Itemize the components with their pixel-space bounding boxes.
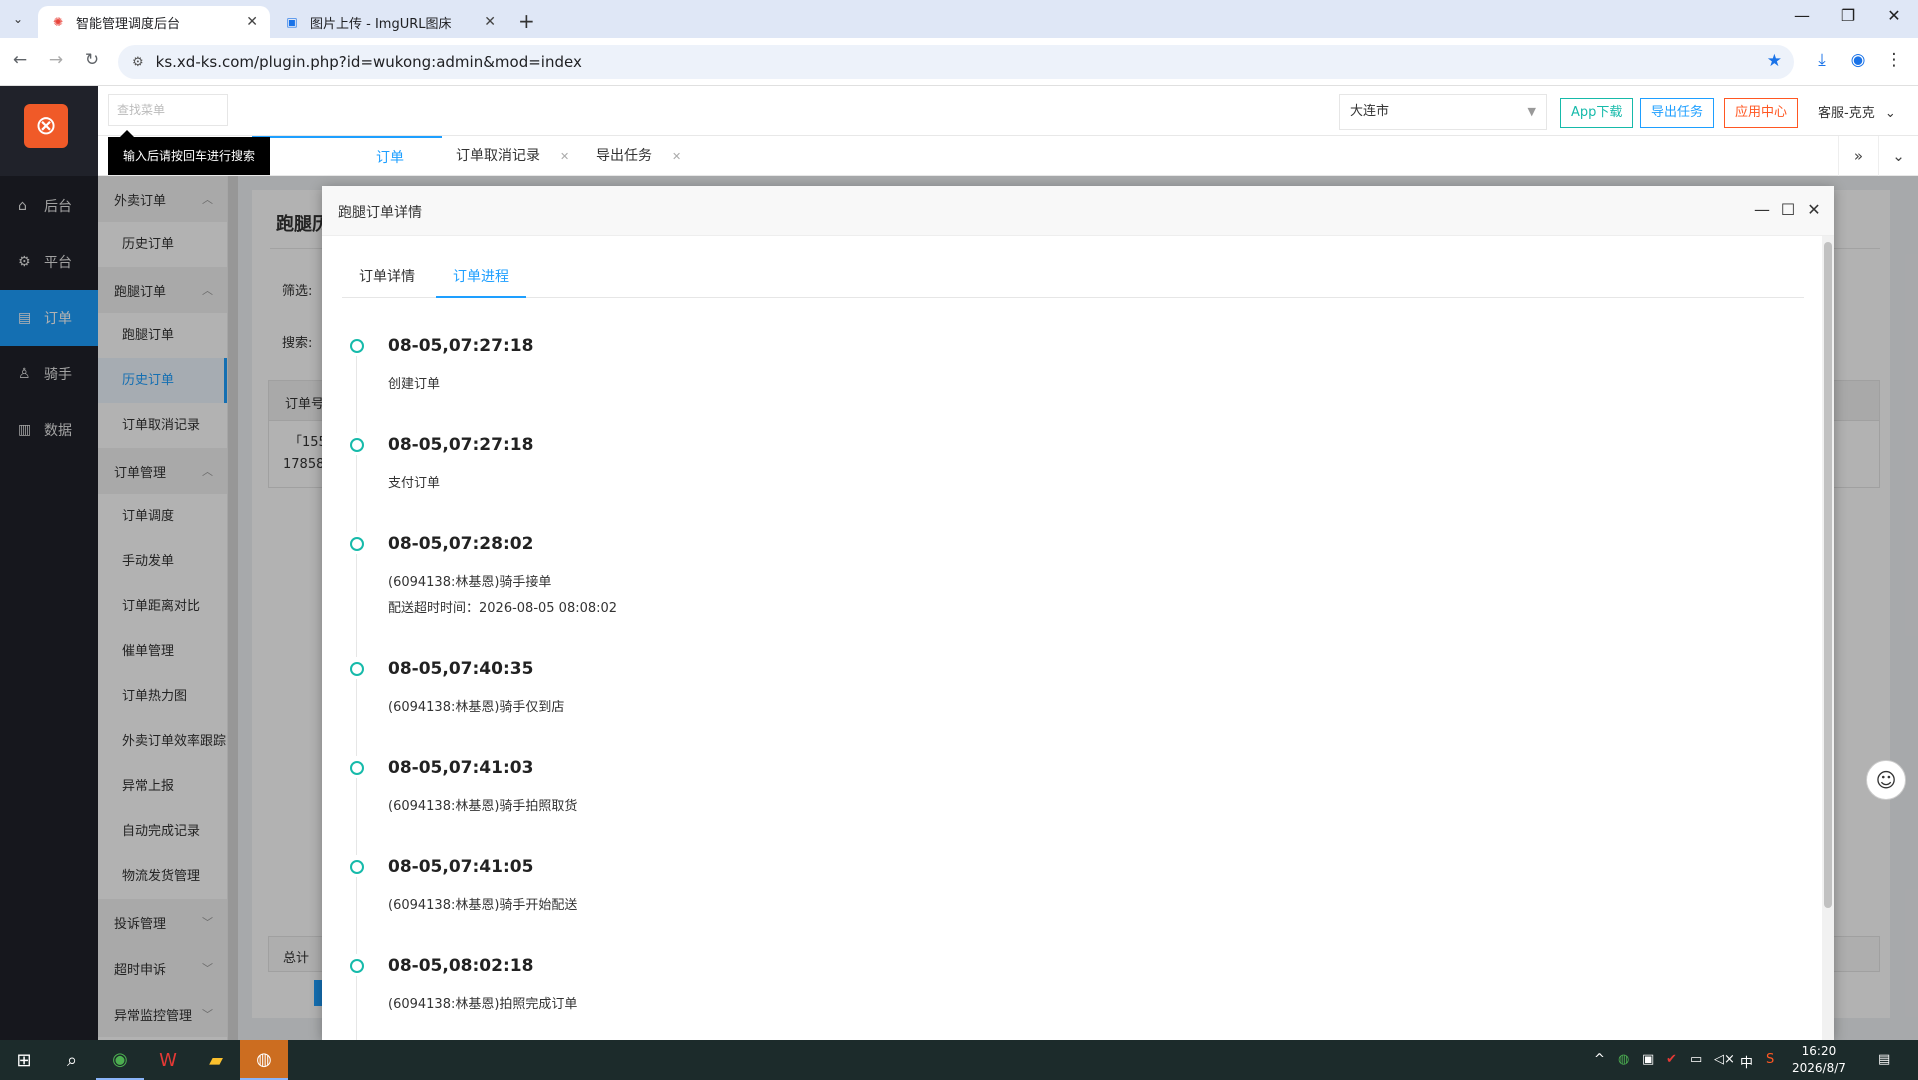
close-tab-icon[interactable]: ✕ xyxy=(560,150,569,163)
volume-muted-icon[interactable]: ◁× xyxy=(1714,1052,1735,1067)
tabs-scroll-right-icon[interactable]: » xyxy=(1838,136,1878,176)
url-field[interactable]: ⚙ ks.xd-ks.com/plugin.php?id=wukong:admi… xyxy=(118,45,1794,79)
search-icon[interactable]: ⌕ xyxy=(48,1040,96,1080)
modal-header: 跑腿订单详情 — ☐ ✕ xyxy=(322,186,1834,236)
timeline-dot-icon xyxy=(350,959,364,973)
wechat-tray-icon[interactable]: ◍ xyxy=(1618,1052,1629,1067)
folder-taskbar-icon[interactable]: ▰ xyxy=(192,1040,240,1080)
timeline-item: 08-05,08:02:18 (6094138:林基恩)拍照完成订单 xyxy=(350,954,1750,1040)
timeline-dot-icon xyxy=(350,438,364,452)
browser-tab-strip: ⌄ ✺ 智能管理调度后台 ✕ ▣ 图片上传 - ImgURL图床 ✕ + — ❐… xyxy=(0,0,1918,38)
timeline-line xyxy=(356,778,357,855)
timeline-line xyxy=(356,679,357,756)
order-timeline: 08-05,07:27:18 创建订单 08-05,07:27:18 支付订单 … xyxy=(350,334,1750,1040)
order-detail-modal: 跑腿订单详情 — ☐ ✕ 订单详情 订单进程 08-05,07:27:18 创建… xyxy=(322,186,1834,1040)
restore-icon[interactable]: ❐ xyxy=(1828,6,1868,25)
reload-icon[interactable]: ↻ xyxy=(80,50,104,70)
tabs-menu-chevron-icon[interactable]: ⌄ xyxy=(1878,136,1918,176)
forward-icon[interactable]: → xyxy=(44,50,68,70)
app-download-button[interactable]: App下载 xyxy=(1560,98,1634,128)
timeline-item: 08-05,07:28:02 (6094138:林基恩)骑手接单 配送超时时间：… xyxy=(350,532,1750,657)
wechat-taskbar-icon[interactable]: ◍ xyxy=(240,1040,288,1080)
timeline-item: 08-05,07:41:03 (6094138:林基恩)骑手拍照取货 xyxy=(350,756,1750,855)
tab-orders[interactable]: 订单✕ xyxy=(252,136,442,205)
timeline-dot-icon xyxy=(350,761,364,775)
tab-order-detail[interactable]: 订单详情 xyxy=(342,256,432,298)
city-select[interactable]: 大连市 ▼ xyxy=(1339,94,1547,130)
timeline-dot-icon xyxy=(350,860,364,874)
export-task-button[interactable]: 导出任务 xyxy=(1640,98,1715,128)
close-tab-icon[interactable]: ✕ xyxy=(484,14,496,30)
image-favicon-icon: ▣ xyxy=(286,15,298,29)
timeline-item: 08-05,07:27:18 支付订单 xyxy=(350,433,1750,532)
app-favicon-icon: ✺ xyxy=(52,15,64,29)
site-info-icon[interactable]: ⚙ xyxy=(132,55,144,70)
windows-start-icon[interactable]: ⊞ xyxy=(0,1040,48,1080)
modal-tabs: 订单详情 订单进程 xyxy=(342,256,1804,298)
chrome-taskbar-icon[interactable]: ◉ xyxy=(96,1040,144,1080)
timeline-line xyxy=(356,455,357,532)
window-close-icon[interactable]: ✕ xyxy=(1874,6,1914,25)
network-icon[interactable]: ▭ xyxy=(1690,1052,1702,1067)
page-tab-bar: 订单✕ 订单取消记录✕ 导出任务✕ » ⌄ xyxy=(98,136,1918,205)
timeline-item: 08-05,07:41:05 (6094138:林基恩)骑手开始配送 xyxy=(350,855,1750,954)
timeline-dot-icon xyxy=(350,537,364,551)
menu-search-input[interactable]: 查找菜单 xyxy=(108,94,228,126)
timeline-item: 08-05,07:40:35 (6094138:林基恩)骑手仅到店 xyxy=(350,657,1750,756)
system-clock[interactable]: 16:20 2026/8/7 xyxy=(1792,1043,1846,1077)
more-menu-icon[interactable]: ⋮ xyxy=(1882,50,1906,70)
browser-tab-admin[interactable]: ✺ 智能管理调度后台 ✕ xyxy=(38,6,270,38)
modal-maximize-icon[interactable]: ☐ xyxy=(1778,200,1798,219)
modal-scrollbar[interactable] xyxy=(1822,236,1834,1040)
user-menu[interactable]: 客服-克克 ⌄ xyxy=(1818,102,1896,121)
profile-icon[interactable]: ◉ xyxy=(1846,50,1870,70)
tab-export-tasks[interactable]: 导出任务 ✕ xyxy=(582,136,695,176)
address-bar: ← → ↻ ⚙ ks.xd-ks.com/plugin.php?id=wukon… xyxy=(0,38,1918,86)
tab-order-cancel-records[interactable]: 订单取消记录 ✕ xyxy=(442,136,583,176)
app-header: 查找菜单 大连市 ▼ App下载 导出任务 应用中心 客服-克克 ⌄ xyxy=(98,86,1918,136)
app-center-button[interactable]: 应用中心 xyxy=(1724,98,1799,128)
timeline-line xyxy=(356,554,357,657)
scrollbar-thumb[interactable] xyxy=(1824,242,1832,908)
back-icon[interactable]: ← xyxy=(8,50,32,70)
tray-expand-icon[interactable]: ^ xyxy=(1594,1052,1605,1067)
download-icon[interactable]: ⤓ xyxy=(1810,50,1834,70)
os-taskbar: ⊞ ⌕ ◉ W ▰ ◍ ^ ◍ ▣ ✔ ▭ ◁× 中 S 16:20 2026/… xyxy=(0,1040,1918,1080)
modal-close-icon[interactable]: ✕ xyxy=(1804,200,1824,219)
timeline-line xyxy=(356,356,357,433)
close-tab-icon[interactable]: ✕ xyxy=(246,14,258,30)
chevron-down-icon: ▼ xyxy=(1527,105,1536,118)
logo-icon: ⊗ xyxy=(24,104,68,148)
tab-order-progress[interactable]: 订单进程 xyxy=(436,256,526,298)
timeline-item: 08-05,07:27:18 创建订单 xyxy=(350,334,1750,433)
wps-taskbar-icon[interactable]: W xyxy=(144,1040,192,1080)
sogou-ime-icon[interactable]: S xyxy=(1766,1052,1774,1067)
tray-security-icon[interactable]: ✔ xyxy=(1666,1052,1677,1067)
close-tab-icon[interactable]: ✕ xyxy=(672,150,681,163)
timeline-dot-icon xyxy=(350,662,364,676)
timeline-dot-icon xyxy=(350,339,364,353)
timeline-line xyxy=(356,976,357,1040)
support-avatar-icon[interactable]: ☺ xyxy=(1866,760,1906,800)
notification-icon[interactable]: ▤ xyxy=(1878,1052,1890,1067)
chevron-down-icon: ⌄ xyxy=(1884,106,1896,121)
modal-title: 跑腿订单详情 xyxy=(338,205,422,221)
new-tab-icon[interactable]: + xyxy=(518,9,535,33)
timeline-line xyxy=(356,877,357,954)
minimize-icon[interactable]: — xyxy=(1782,6,1822,25)
ime-indicator[interactable]: 中 xyxy=(1740,1052,1753,1071)
modal-minimize-icon[interactable]: — xyxy=(1752,200,1772,219)
tray-app-icon[interactable]: ▣ xyxy=(1642,1052,1654,1067)
bookmark-star-icon[interactable]: ★ xyxy=(1767,51,1782,71)
search-tooltip: 输入后请按回车进行搜索 xyxy=(108,130,270,175)
browser-tab-imgurl[interactable]: ▣ 图片上传 - ImgURL图床 ✕ xyxy=(272,6,508,38)
tab-search-chevron-icon[interactable]: ⌄ xyxy=(6,7,30,31)
